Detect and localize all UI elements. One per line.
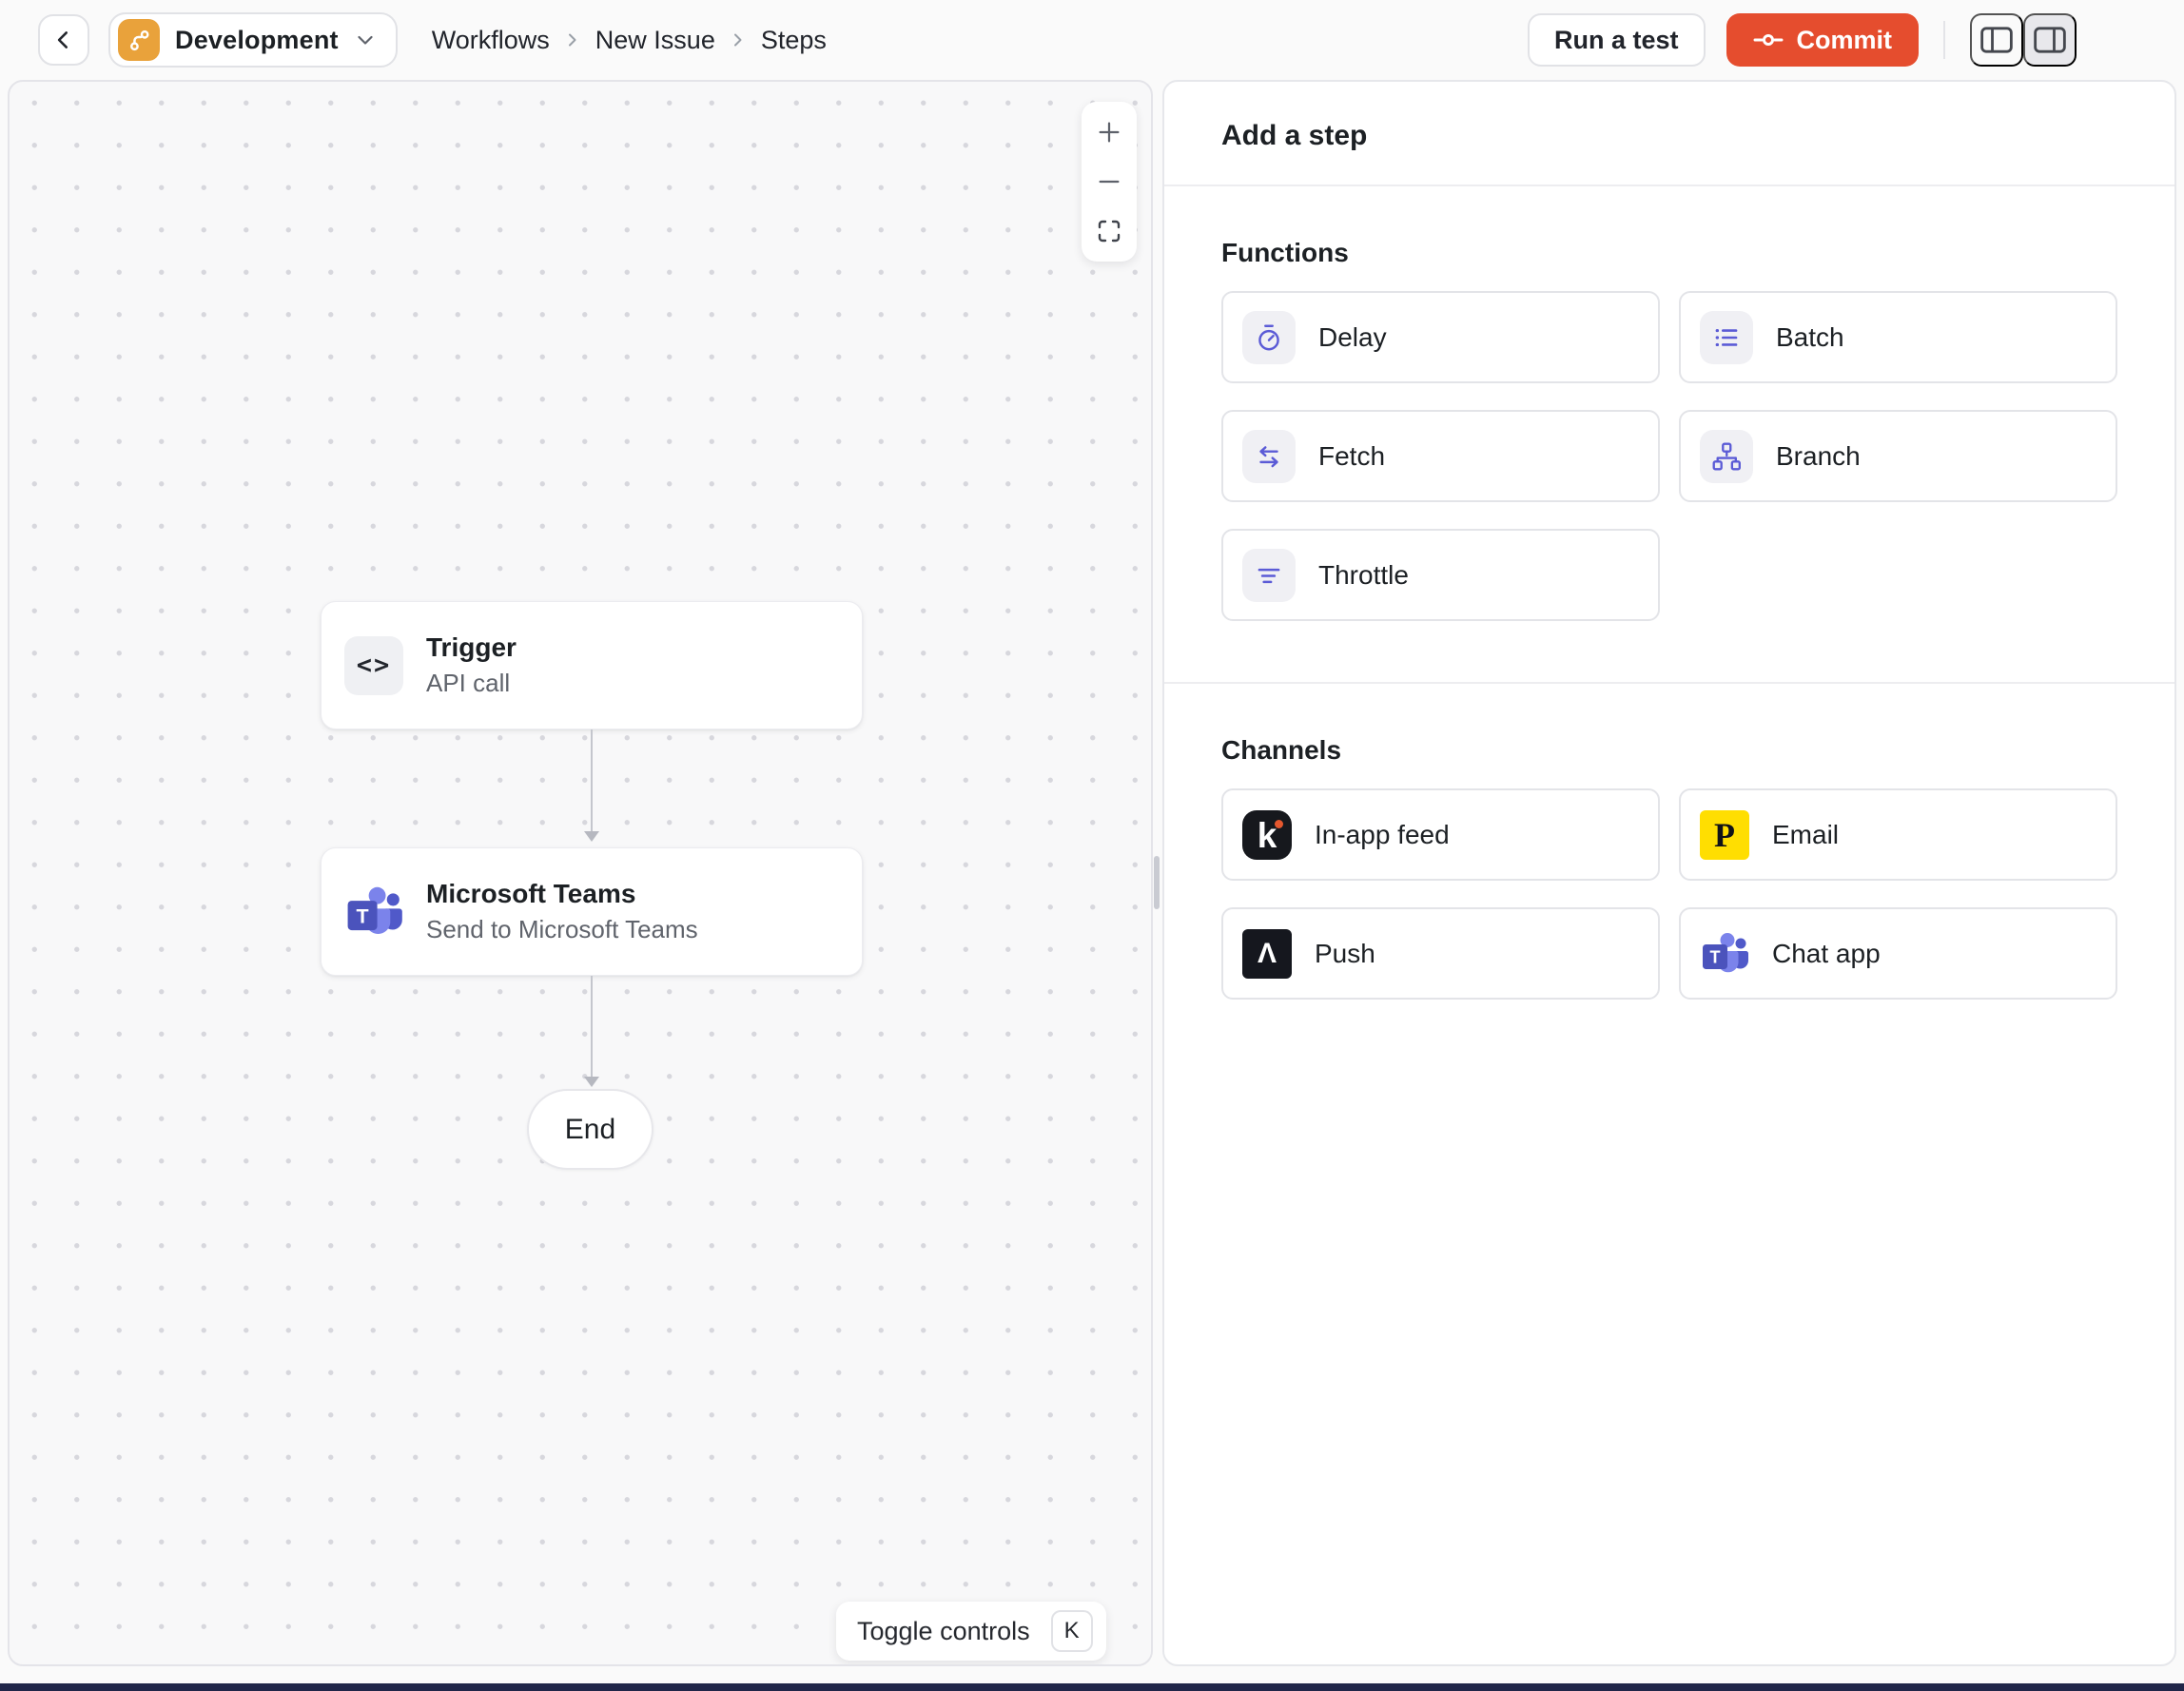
- keyboard-shortcut-key: K: [1050, 1610, 1093, 1652]
- push-provider-icon: Λ: [1242, 928, 1292, 979]
- channel-card-label: Email: [1772, 819, 1840, 849]
- zoom-out-button[interactable]: [1082, 157, 1137, 206]
- chevron-left-icon: [51, 28, 76, 52]
- environment-branch-icon: [118, 19, 160, 61]
- back-button[interactable]: [38, 14, 89, 66]
- breadcrumb-steps[interactable]: Steps: [751, 26, 836, 55]
- toggle-controls-label: Toggle controls: [857, 1616, 1030, 1645]
- topbar-divider: [1943, 21, 1945, 59]
- channels-section-label: Channels: [1221, 735, 1342, 765]
- channel-card-in-app-feed[interactable]: k In-app feed: [1221, 788, 1660, 881]
- function-card-throttle[interactable]: Throttle: [1221, 529, 1660, 621]
- zoom-controls: [1082, 102, 1137, 262]
- microsoft-teams-icon: T: [1700, 929, 1749, 979]
- function-card-label: Batch: [1776, 321, 1844, 352]
- panel-scrollbar-thumb[interactable]: [1154, 856, 1160, 909]
- edge-arrowhead: [584, 831, 599, 842]
- panel-left-icon: [1979, 25, 2014, 55]
- postmark-email-icon: P: [1700, 809, 1749, 860]
- chevron-down-icon: [354, 29, 377, 51]
- channel-card-email[interactable]: P Email: [1679, 788, 2117, 881]
- function-card-batch[interactable]: Batch: [1679, 291, 2117, 383]
- top-bar: Development Workflows New Issue Steps Ru…: [0, 0, 2184, 80]
- edge-teams-to-end: [591, 976, 593, 1077]
- end-node[interactable]: End: [527, 1089, 653, 1170]
- breadcrumb-new-issue[interactable]: New Issue: [586, 26, 725, 55]
- delay-stopwatch-icon: [1242, 310, 1296, 364]
- breadcrumb: Workflows New Issue Steps: [422, 26, 836, 55]
- branch-tree-icon: [1700, 429, 1753, 483]
- teams-node-subtitle: Send to Microsoft Teams: [426, 915, 698, 943]
- panel-title: Add a step: [1221, 120, 1368, 151]
- trigger-node-subtitle: API call: [426, 669, 511, 697]
- breadcrumb-workflows[interactable]: Workflows: [422, 26, 559, 55]
- toggle-left-panel-button[interactable]: [1970, 13, 2023, 67]
- function-card-label: Delay: [1318, 321, 1387, 352]
- panel-right-icon: [2033, 25, 2067, 55]
- chevron-right-icon: [729, 30, 748, 49]
- end-node-label: End: [564, 1113, 616, 1145]
- toggle-right-panel-button[interactable]: [2023, 13, 2077, 67]
- function-card-label: Throttle: [1318, 559, 1409, 590]
- environment-switcher[interactable]: Development: [108, 12, 398, 68]
- commit-button[interactable]: Commit: [1726, 13, 1919, 67]
- fit-view-icon: [1096, 218, 1122, 244]
- channel-card-chat-app[interactable]: T Chat app: [1679, 907, 2117, 1000]
- teams-node[interactable]: T Microsoft Teams Send to Microsoft Team…: [321, 847, 863, 976]
- plus-icon: [1095, 118, 1123, 146]
- window-bottom-edge: [0, 1683, 2184, 1691]
- knock-feed-icon: k: [1242, 809, 1292, 860]
- commit-label: Commit: [1796, 25, 1893, 54]
- svg-text:T: T: [357, 904, 369, 927]
- environment-label: Development: [175, 25, 339, 54]
- panel-header: Add a step: [1164, 82, 2174, 185]
- function-card-label: Branch: [1776, 440, 1861, 471]
- edge-arrowhead: [584, 1077, 599, 1087]
- teams-node-title: Microsoft Teams: [426, 879, 636, 908]
- function-card-label: Fetch: [1318, 440, 1386, 471]
- functions-section-label: Functions: [1221, 238, 1349, 267]
- channel-card-label: In-app feed: [1315, 819, 1450, 849]
- trigger-node-title: Trigger: [426, 632, 517, 662]
- channel-card-label: Push: [1315, 938, 1375, 968]
- add-step-panel: Add a step Functions Delay Batch Fetch B…: [1162, 80, 2176, 1666]
- code-icon: <>: [344, 635, 403, 695]
- throttle-filter-icon: [1242, 548, 1296, 602]
- channel-card-push[interactable]: Λ Push: [1221, 907, 1660, 1000]
- workflow-canvas[interactable]: <> Trigger API call T Microsoft Teams Se…: [8, 80, 1153, 1666]
- trigger-node[interactable]: <> Trigger API call: [321, 601, 863, 729]
- function-card-branch[interactable]: Branch: [1679, 410, 2117, 502]
- commit-icon: [1753, 29, 1784, 51]
- minus-icon: [1095, 167, 1123, 196]
- run-a-test-button[interactable]: Run a test: [1527, 13, 1706, 67]
- fit-view-button[interactable]: [1082, 206, 1137, 256]
- channel-card-label: Chat app: [1772, 938, 1881, 968]
- zoom-in-button[interactable]: [1082, 107, 1137, 157]
- notification-dot: [1275, 819, 1283, 828]
- function-card-delay[interactable]: Delay: [1221, 291, 1660, 383]
- channels-section: Channels k In-app feed P Email Λ Push T …: [1164, 684, 2174, 1060]
- function-card-fetch[interactable]: Fetch: [1221, 410, 1660, 502]
- window-bottom-gap: [0, 1666, 2184, 1683]
- edge-trigger-to-teams: [591, 729, 593, 831]
- toggle-controls-button[interactable]: Toggle controls K: [836, 1602, 1106, 1661]
- batch-list-icon: [1700, 310, 1753, 364]
- microsoft-teams-icon: T: [344, 883, 403, 942]
- fetch-arrows-icon: [1242, 429, 1296, 483]
- chevron-right-icon: [563, 30, 582, 49]
- functions-section: Functions Delay Batch Fetch Branch Throt…: [1164, 186, 2174, 682]
- svg-text:T: T: [1710, 947, 1721, 966]
